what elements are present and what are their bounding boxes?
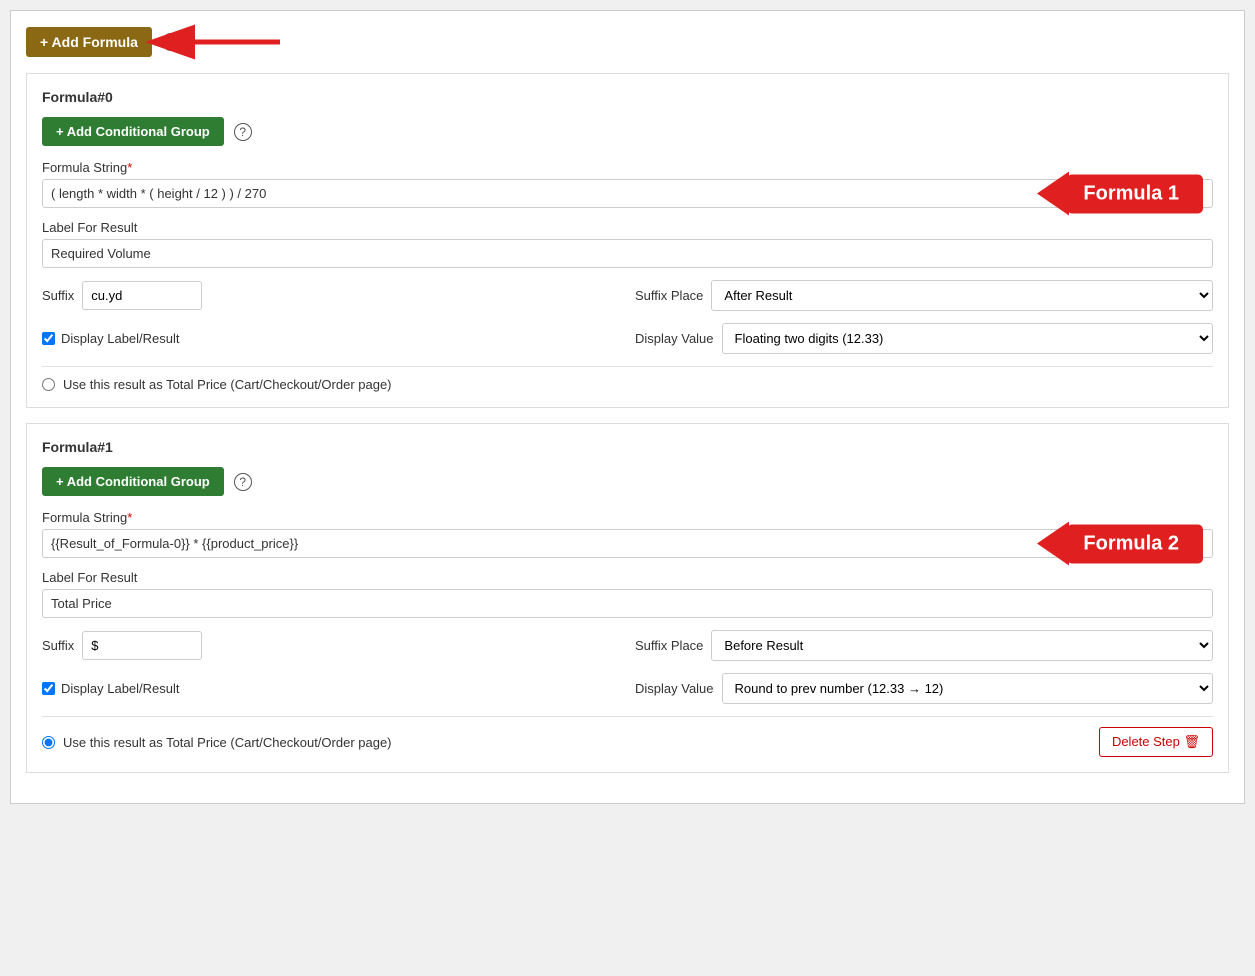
formula-1-string-label: Formula String* [42, 510, 1213, 525]
formula-1-display-value-select[interactable]: Floating two digits (12.33) Round to pre… [722, 673, 1213, 704]
formula-1-result-label-label: Label For Result [42, 570, 1213, 585]
formula-0-suffix-place-label: Suffix Place [635, 288, 703, 303]
formula-0-total-price-radio[interactable] [42, 378, 55, 391]
page-wrapper: + Add Formula ? Formula#0 + Add Conditio… [10, 10, 1245, 804]
formula-1-display-label-text: Display Label/Result [61, 681, 180, 696]
formula-1-result-label-input[interactable] [42, 589, 1213, 618]
formula-0-suffix-field: Suffix [42, 280, 620, 311]
formula-1-input-container: Formula 2 [42, 529, 1213, 558]
formula-1-suffix-row: Suffix Suffix Place After Result Before … [42, 630, 1213, 661]
formula-0-btn-row: + Add Conditional Group ? [42, 117, 1213, 146]
add-formula-help-icon[interactable]: ? [162, 33, 180, 51]
formula-1-suffix-field: Suffix [42, 630, 620, 661]
formula-1-display-label-row: Display Label/Result [42, 673, 620, 704]
formula-0-result-label-input[interactable] [42, 239, 1213, 268]
formula-0-display-value-label: Display Value [635, 331, 714, 346]
formula-1-result-label-field: Label For Result [42, 570, 1213, 618]
formula-0-block: Formula#0 + Add Conditional Group ? Form… [26, 73, 1229, 408]
formula-0-input-container: Formula 1 [42, 179, 1213, 208]
formula-0-display-value-select[interactable]: Floating two digits (12.33) Round to pre… [722, 323, 1213, 354]
formula-1-display-label-checkbox[interactable] [42, 682, 55, 695]
formula-1-btn-row: + Add Conditional Group ? [42, 467, 1213, 496]
formula-1-help-icon[interactable]: ? [234, 473, 252, 491]
formula-1-divider [42, 716, 1213, 717]
formula-0-suffix-label: Suffix [42, 288, 74, 303]
formula-1-suffix-label: Suffix [42, 638, 74, 653]
formula-1-total-price-radio-row: Use this result as Total Price (Cart/Che… [42, 735, 392, 750]
formula-0-suffix-place-field: Suffix Place After Result Before Result [635, 280, 1213, 311]
formula-0-result-label-label: Label For Result [42, 220, 1213, 235]
formula-1-display-row: Display Label/Result Display Value Float… [42, 673, 1213, 704]
formula-1-total-price-label: Use this result as Total Price (Cart/Che… [63, 735, 392, 750]
formula-1-suffix-place-field: Suffix Place After Result Before Result [635, 630, 1213, 661]
formula-1-delete-button[interactable]: Delete Step 🗑 [1099, 727, 1213, 757]
formula-0-suffix-input[interactable] [82, 281, 202, 310]
formula-0-suffix-place-select[interactable]: After Result Before Result [711, 280, 1213, 311]
formula-1-total-price-radio[interactable] [42, 736, 55, 749]
formula-1-add-conditional-button[interactable]: + Add Conditional Group [42, 467, 224, 496]
top-arrow-svg [190, 26, 290, 58]
formula-1-total-price-row: Use this result as Total Price (Cart/Che… [42, 727, 1213, 757]
add-formula-button[interactable]: + Add Formula [26, 27, 152, 57]
formula-0-title: Formula#0 [42, 89, 1213, 105]
formula-1-suffix-input[interactable] [82, 631, 202, 660]
formula-1-title: Formula#1 [42, 439, 1213, 455]
formula-0-display-label-checkbox[interactable] [42, 332, 55, 345]
formula-1-string-input[interactable] [42, 529, 1213, 558]
formula-0-string-label: Formula String* [42, 160, 1213, 175]
formula-0-help-icon[interactable]: ? [234, 123, 252, 141]
formula-0-display-label-row: Display Label/Result [42, 323, 620, 354]
formula-0-total-price-row: Use this result as Total Price (Cart/Che… [42, 377, 1213, 392]
formula-1-suffix-place-select[interactable]: After Result Before Result [711, 630, 1213, 661]
formula-0-display-row: Display Label/Result Display Value Float… [42, 323, 1213, 354]
formula-0-result-label-field: Label For Result [42, 220, 1213, 268]
formula-0-display-label-text: Display Label/Result [61, 331, 180, 346]
formula-0-total-price-label: Use this result as Total Price (Cart/Che… [63, 377, 392, 392]
formula-1-string-field: Formula String* Formula 2 [42, 510, 1213, 558]
formula-1-display-value-label: Display Value [635, 681, 714, 696]
formula-0-string-input[interactable] [42, 179, 1213, 208]
formula-0-string-field: Formula String* Formula 1 [42, 160, 1213, 208]
formula-1-display-value-field: Display Value Floating two digits (12.33… [635, 673, 1213, 704]
formula-1-block: Formula#1 + Add Conditional Group ? Form… [26, 423, 1229, 773]
formula-0-divider [42, 366, 1213, 367]
top-bar: + Add Formula ? [26, 26, 1229, 58]
formula-0-display-value-field: Display Value Floating two digits (12.33… [635, 323, 1213, 354]
formula-0-add-conditional-button[interactable]: + Add Conditional Group [42, 117, 224, 146]
formula-1-suffix-place-label: Suffix Place [635, 638, 703, 653]
formula-0-suffix-row: Suffix Suffix Place After Result Before … [42, 280, 1213, 311]
